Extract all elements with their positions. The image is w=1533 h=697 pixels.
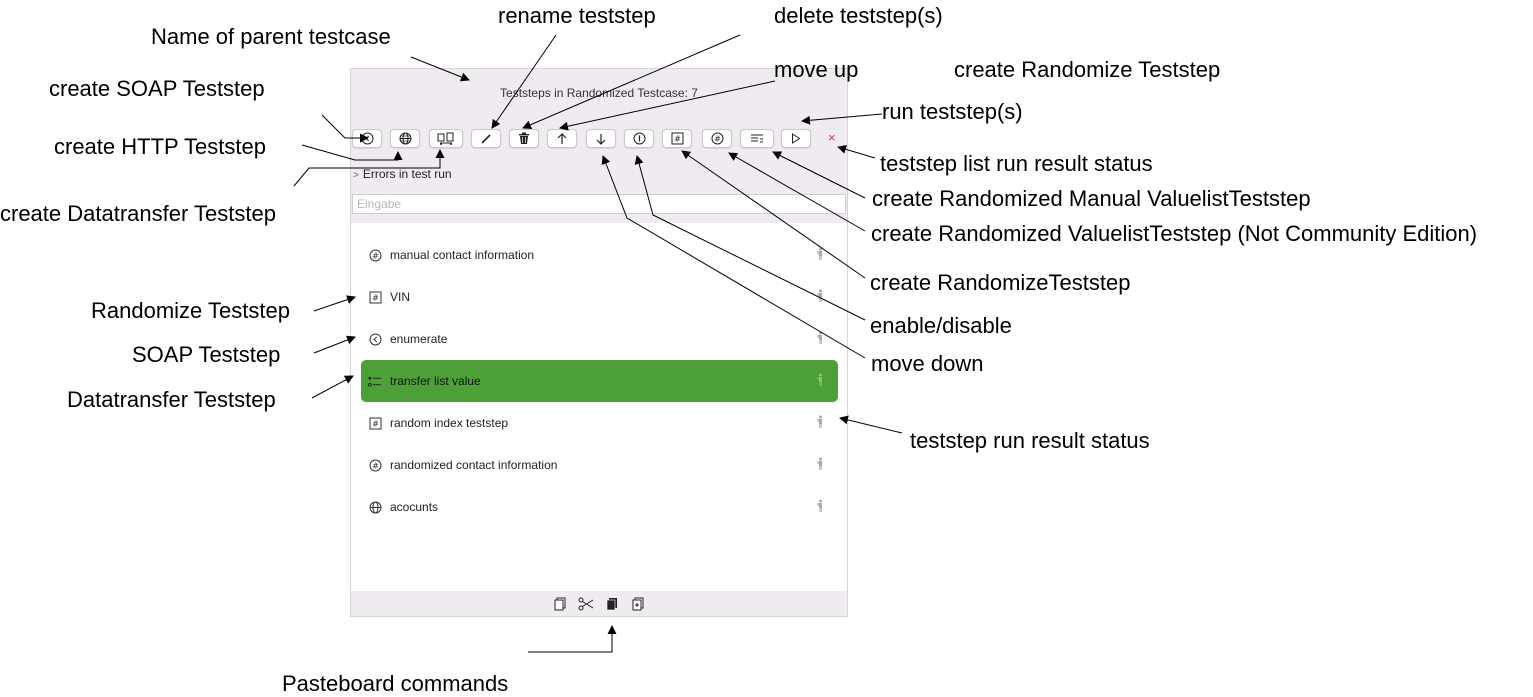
annotation-delete: delete teststep(s) (774, 3, 943, 28)
annotation-randomize-step: Randomize Teststep (91, 298, 290, 323)
arrow-create-datatransfer (293, 149, 445, 187)
arrow-list-status (837, 144, 876, 159)
annotation-create-randomize: create RandomizeTeststep (870, 270, 1131, 295)
annotation-move-up: move up (774, 57, 859, 82)
arrow-create-randomize (681, 150, 866, 279)
annotation-enable-disable: enable/disable (870, 313, 1012, 338)
arrow-datatransfer-step (311, 375, 354, 399)
annotation-create-datatransfer: create Datatransfer Teststep (0, 201, 276, 226)
annotation-valuelist: create Randomized ValuelistTeststep (Not… (871, 221, 1478, 246)
annotation-name-parent: Name of parent testcase (151, 24, 391, 49)
annotation-datatransfer-step: Datatransfer Teststep (67, 387, 276, 412)
annotation-pasteboard: Pasteboard commands (282, 671, 509, 696)
annotation-create-soap: create SOAP Teststep (49, 76, 265, 101)
arrow-create-http (301, 144, 403, 161)
arrow-name-parent (410, 56, 470, 82)
arrow-create-soap (321, 114, 369, 143)
arrow-run (801, 113, 883, 125)
arrow-move-up (559, 80, 776, 131)
annotation-create-http: create HTTP Teststep (54, 134, 266, 159)
annotation-step-status: teststep run result status (910, 428, 1150, 453)
annotation-rename: rename teststep (498, 3, 656, 28)
arrow-pasteboard (528, 625, 617, 653)
arrow-manual-valuelist (772, 151, 866, 199)
annotation-move-down: move down (871, 351, 984, 376)
annotation-soap-step: SOAP Teststep (132, 342, 281, 367)
arrow-move-down (601, 155, 866, 359)
annotation-list-status: teststep list run result status (880, 151, 1153, 176)
arrow-valuelist (728, 152, 866, 232)
arrow-randomize-step (313, 295, 356, 312)
annotation-manual-valuelist: create Randomized Manual ValuelistTestst… (872, 186, 1311, 211)
arrow-rename (491, 34, 557, 129)
annotation-run: run teststep(s) (882, 99, 1023, 124)
annotation-create-randomize-top: create Randomize Teststep (954, 57, 1221, 82)
arrow-soap-step (313, 335, 356, 354)
arrow-step-status (839, 415, 903, 434)
arrow-delete (522, 34, 741, 129)
